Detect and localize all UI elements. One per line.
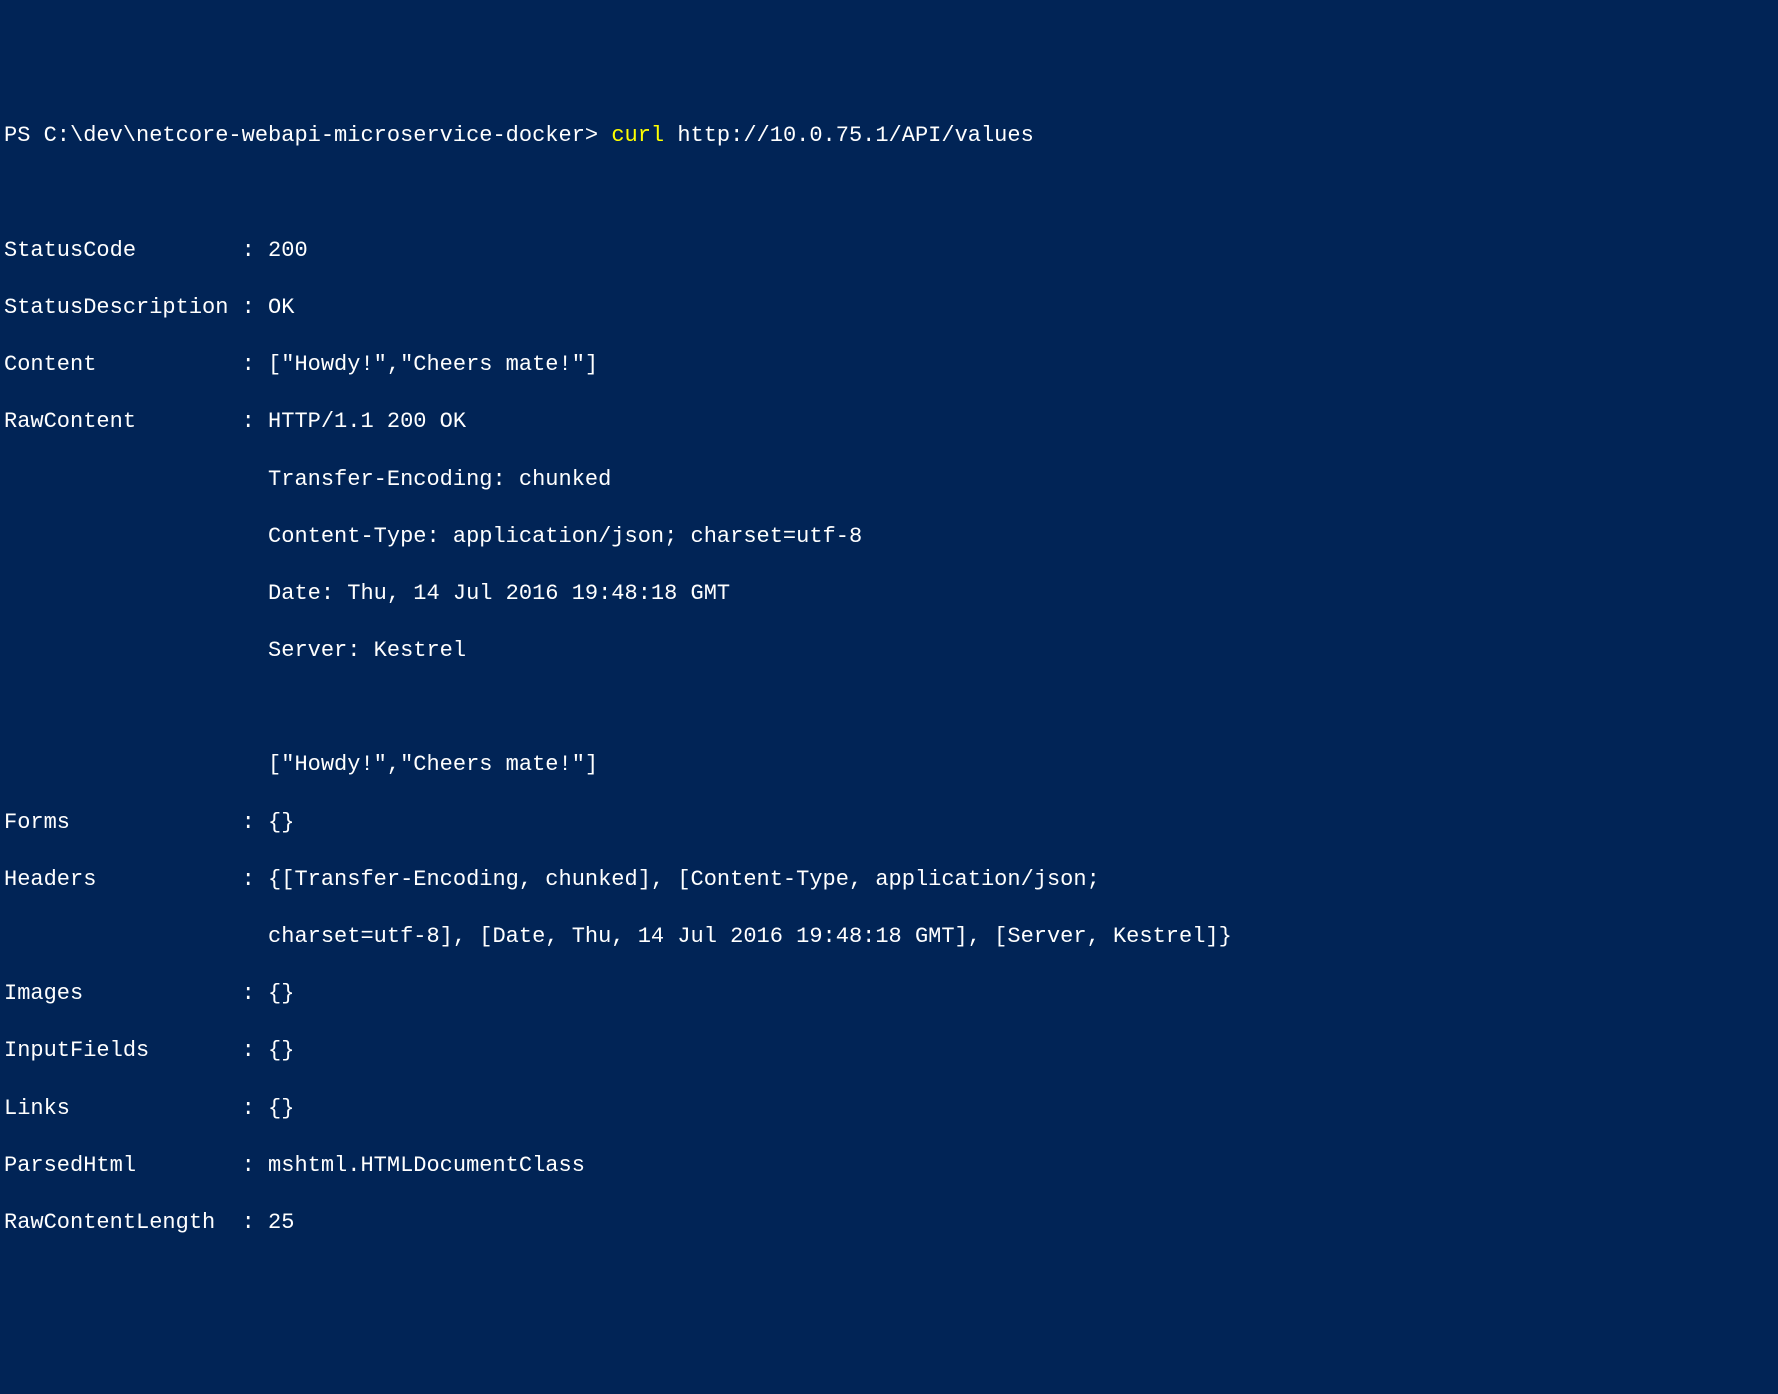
output-row: Transfer-Encoding: chunked bbox=[4, 466, 1774, 495]
row-label: RawContent : bbox=[4, 409, 268, 434]
row-label bbox=[4, 467, 268, 492]
row-label: StatusDescription : bbox=[4, 295, 268, 320]
output-row: Content : ["Howdy!","Cheers mate!"] bbox=[4, 351, 1774, 380]
output-row: Forms : {} bbox=[4, 809, 1774, 838]
output-row: RawContentLength : 25 bbox=[4, 1209, 1774, 1238]
row-value: ["Howdy!","Cheers mate!"] bbox=[268, 352, 598, 377]
output-row: ["Howdy!","Cheers mate!"] bbox=[4, 751, 1774, 780]
row-value: {} bbox=[268, 981, 294, 1006]
row-label: ParsedHtml : bbox=[4, 1153, 268, 1178]
output-row: RawContent : HTTP/1.1 200 OK bbox=[4, 408, 1774, 437]
output-row: StatusDescription : OK bbox=[4, 294, 1774, 323]
row-value: OK bbox=[268, 295, 294, 320]
row-label bbox=[4, 581, 268, 606]
output-row: Server: Kestrel bbox=[4, 637, 1774, 666]
output-row: Date: Thu, 14 Jul 2016 19:48:18 GMT bbox=[4, 580, 1774, 609]
output-row: Headers : {[Transfer-Encoding, chunked],… bbox=[4, 866, 1774, 895]
output-row: InputFields : {} bbox=[4, 1037, 1774, 1066]
output-row: Content-Type: application/json; charset=… bbox=[4, 523, 1774, 552]
row-label: InputFields : bbox=[4, 1038, 268, 1063]
row-value: Content-Type: application/json; charset=… bbox=[268, 524, 862, 549]
output-row bbox=[4, 694, 1774, 723]
row-value: {} bbox=[268, 1038, 294, 1063]
row-value: Date: Thu, 14 Jul 2016 19:48:18 GMT bbox=[268, 581, 730, 606]
row-label: StatusCode : bbox=[4, 238, 268, 263]
row-label bbox=[4, 695, 268, 720]
row-label: Content : bbox=[4, 352, 268, 377]
row-value: 200 bbox=[268, 238, 308, 263]
row-label bbox=[4, 752, 268, 777]
output-row: Links : {} bbox=[4, 1095, 1774, 1124]
command-name: curl bbox=[611, 123, 664, 148]
output-row: StatusCode : 200 bbox=[4, 237, 1774, 266]
row-label: Forms : bbox=[4, 810, 268, 835]
row-label: Headers : bbox=[4, 867, 268, 892]
row-value: {[Transfer-Encoding, chunked], [Content-… bbox=[268, 867, 1100, 892]
row-label: Images : bbox=[4, 981, 268, 1006]
row-value: {} bbox=[268, 1096, 294, 1121]
output-row: charset=utf-8], [Date, Thu, 14 Jul 2016 … bbox=[4, 923, 1774, 952]
row-value: {} bbox=[268, 810, 294, 835]
row-value: 25 bbox=[268, 1210, 294, 1235]
prompt-prefix: PS C:\dev\netcore-webapi-microservice-do… bbox=[4, 123, 611, 148]
row-value: charset=utf-8], [Date, Thu, 14 Jul 2016 … bbox=[268, 924, 1232, 949]
row-label bbox=[4, 638, 268, 663]
row-value: mshtml.HTMLDocumentClass bbox=[268, 1153, 585, 1178]
row-value: Transfer-Encoding: chunked bbox=[268, 467, 611, 492]
output-row: ParsedHtml : mshtml.HTMLDocumentClass bbox=[4, 1152, 1774, 1181]
command-arg: http://10.0.75.1/API/values bbox=[664, 123, 1034, 148]
row-value: HTTP/1.1 200 OK bbox=[268, 409, 466, 434]
row-label: RawContentLength : bbox=[4, 1210, 268, 1235]
row-label: Links : bbox=[4, 1096, 268, 1121]
row-value: ["Howdy!","Cheers mate!"] bbox=[268, 752, 598, 777]
terminal-output: StatusCode : 200 StatusDescription : OK … bbox=[4, 208, 1774, 1266]
output-row: Images : {} bbox=[4, 980, 1774, 1009]
terminal-prompt-line[interactable]: PS C:\dev\netcore-webapi-microservice-do… bbox=[4, 122, 1774, 151]
row-value: Server: Kestrel bbox=[268, 638, 466, 663]
row-label bbox=[4, 524, 268, 549]
row-label bbox=[4, 924, 268, 949]
